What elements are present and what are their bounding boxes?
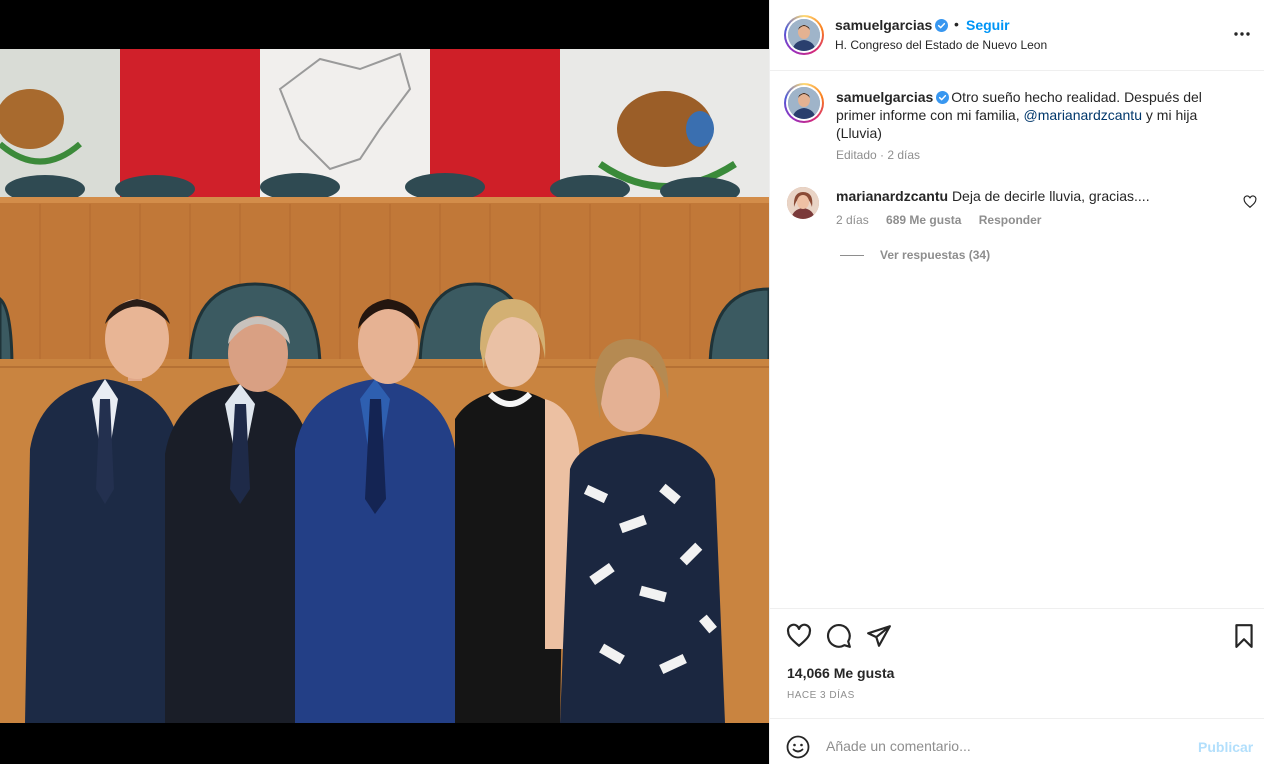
caption-username[interactable]: samuelgarcias (836, 89, 933, 105)
separator-dot: • (954, 16, 959, 32)
follow-button[interactable]: Seguir (966, 17, 1010, 33)
avatar-image (787, 187, 819, 219)
avatar-image (788, 87, 820, 119)
post-photo-illustration (0, 49, 769, 723)
bookmark-icon[interactable] (1231, 623, 1257, 649)
comment-likes[interactable]: 689 Me gusta (886, 213, 961, 227)
caption-author-avatar[interactable] (784, 83, 824, 123)
post-timestamp[interactable]: HACE 3 DÍAS (787, 690, 855, 701)
post-header: samuelgarcias • Seguir H. Congreso del E… (770, 0, 1264, 71)
comment-text: marianardzcantu Deja de decirle lluvia, … (836, 188, 1150, 204)
caption-text: samuelgarcias Otro sueño hecho realidad. … (836, 88, 1236, 142)
author-avatar[interactable] (784, 15, 824, 55)
comment-time: 2 días (836, 213, 869, 227)
post-actions: 14,066 Me gusta HACE 3 DÍAS (770, 608, 1264, 718)
comment-body: Deja de decirle lluvia, gracias.... (951, 188, 1150, 204)
view-replies-label: Ver respuestas (34) (880, 248, 991, 262)
share-icon[interactable] (866, 623, 892, 649)
publish-button[interactable]: Publicar (1198, 739, 1253, 755)
comment-input[interactable] (826, 731, 1186, 761)
post-location[interactable]: H. Congreso del Estado de Nuevo Leon (835, 38, 1047, 52)
heart-icon[interactable] (786, 623, 812, 649)
avatar-image (788, 19, 820, 51)
emoji-icon[interactable] (786, 735, 810, 759)
comment-icon[interactable] (826, 623, 852, 649)
comment-meta: 2 días 689 Me gusta Responder (836, 213, 1055, 227)
post-likes-count[interactable]: 14,066 Me gusta (787, 665, 894, 681)
view-replies-button[interactable]: Ver respuestas (34) (840, 248, 990, 262)
verified-badge-icon (935, 19, 948, 32)
post-photo[interactable] (0, 49, 769, 723)
post-media (0, 0, 769, 764)
comment-like-heart-icon[interactable] (1243, 195, 1257, 209)
comment-username[interactable]: marianardzcantu (836, 188, 948, 204)
verified-badge-icon (936, 91, 950, 104)
caption-meta: Editado · 2 días (836, 148, 921, 162)
reply-button[interactable]: Responder (979, 213, 1042, 227)
replies-divider (840, 255, 864, 257)
more-horizontal-icon[interactable] (1232, 26, 1252, 42)
author-username[interactable]: samuelgarcias (835, 17, 932, 33)
caption-mention-link[interactable]: @marianardzcantu (1024, 107, 1143, 123)
add-comment-bar: Publicar (770, 718, 1264, 764)
commenter-avatar[interactable] (787, 187, 819, 219)
post-side-panel: samuelgarcias • Seguir H. Congreso del E… (769, 0, 1264, 764)
